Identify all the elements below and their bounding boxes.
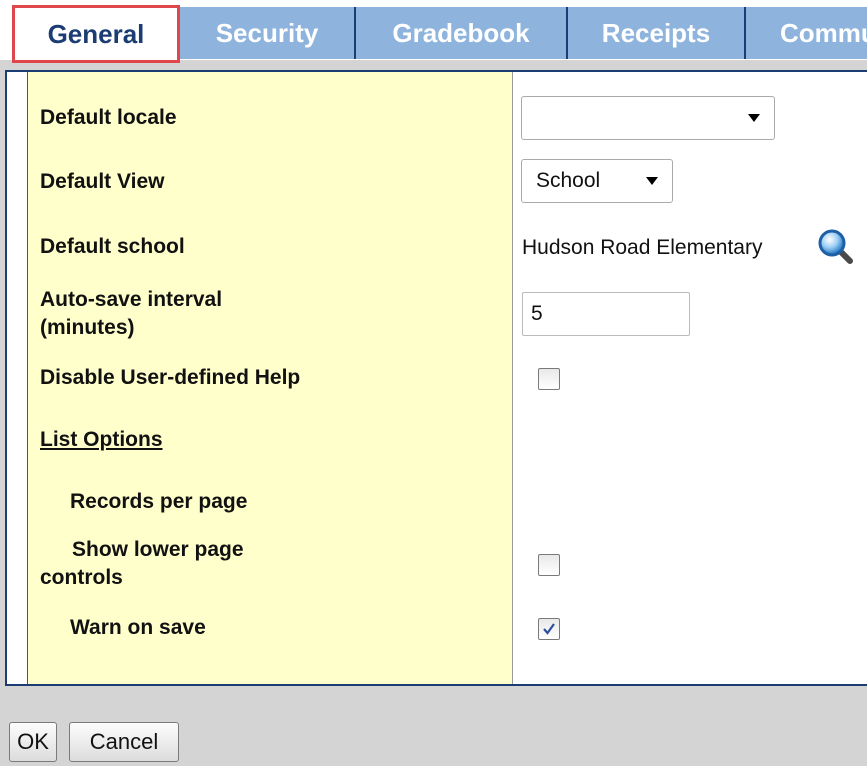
show-lower-controls-line2: controls [40, 566, 123, 589]
default-view-select[interactable]: School [521, 159, 673, 203]
tab-bar: General Security Gradebook Receipts Comm… [0, 5, 867, 63]
checkmark-icon [543, 623, 555, 635]
autosave-label-line2: (minutes) [40, 316, 135, 339]
show-lower-controls-line1: Show lower page [72, 538, 244, 561]
tab-gradebook[interactable]: Gradebook [356, 7, 568, 59]
autosave-label: Auto-save interval (minutes) [40, 286, 222, 342]
autosave-label-line1: Auto-save interval [40, 288, 223, 311]
default-school-value: Hudson Road Elementary [522, 236, 763, 259]
tab-communication[interactable]: Commu [746, 7, 867, 59]
warn-on-save-checkbox[interactable] [538, 618, 560, 640]
autosave-interval-input[interactable]: 5 [522, 292, 690, 336]
warn-on-save-label: Warn on save [70, 616, 206, 639]
default-view-label: Default View [40, 170, 165, 193]
tab-security[interactable]: Security [180, 7, 356, 59]
records-per-page-label: Records per page [70, 490, 248, 513]
list-options-heading: List Options [40, 428, 163, 451]
settings-panel: Default locale Default View Default scho… [5, 70, 867, 686]
chevron-down-icon [748, 114, 760, 122]
default-school-label: Default school [40, 235, 185, 258]
cancel-button[interactable]: Cancel [69, 722, 179, 762]
tab-receipts[interactable]: Receipts [568, 7, 746, 59]
default-locale-select[interactable] [521, 96, 775, 140]
ok-button[interactable]: OK [9, 722, 57, 762]
default-view-value: School [536, 169, 601, 192]
chevron-down-icon [646, 177, 658, 185]
tab-general[interactable]: General [12, 5, 180, 63]
magnifier-icon[interactable] [815, 226, 855, 266]
disable-help-label: Disable User-defined Help [40, 366, 301, 389]
show-lower-controls-checkbox[interactable] [538, 554, 560, 576]
show-lower-controls-label: Show lower page controls [40, 536, 244, 592]
autosave-interval-value: 5 [531, 302, 543, 325]
disable-help-checkbox[interactable] [538, 368, 560, 390]
default-locale-label: Default locale [40, 106, 177, 129]
